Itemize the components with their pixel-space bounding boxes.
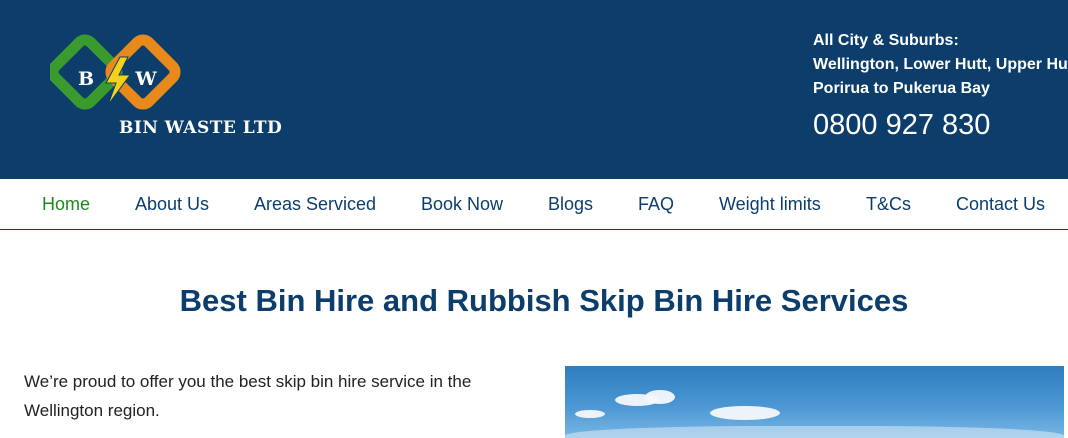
logo-monogram-b: B [78, 68, 94, 90]
service-area-line-2: Wellington, Lower Hutt, Upper Hutt, [813, 56, 1068, 73]
nav-item-book-now[interactable]: Book Now [421, 194, 503, 215]
logo-monogram-w: W [134, 68, 157, 90]
company-logo[interactable]: B W BIN WASTE LTD [50, 33, 310, 143]
cloud-shape [645, 390, 675, 404]
nav-item-blogs[interactable]: Blogs [548, 194, 593, 215]
hero-image-sky [565, 366, 1064, 438]
page-title: Best Bin Hire and Rubbish Skip Bin Hire … [179, 283, 909, 318]
cloud-shape [575, 410, 605, 418]
phone-number-link[interactable]: 0800 927 830 [813, 106, 1068, 144]
service-area-line-3: Porirua to Pukerua Bay [813, 80, 990, 97]
site-header: B W BIN WASTE LTD All City & Suburbs: We… [0, 0, 1068, 179]
contact-info: All City & Suburbs: Wellington, Lower Hu… [813, 29, 1068, 144]
nav-item-faq[interactable]: FAQ [638, 194, 674, 215]
nav-item-tcs[interactable]: T&Cs [866, 194, 911, 215]
logo-company-name: BIN WASTE LTD [119, 118, 283, 138]
main-navigation: Home About Us Areas Serviced Book Now Bl… [0, 179, 1068, 230]
nav-item-home[interactable]: Home [42, 194, 90, 215]
nav-item-weight-limits[interactable]: Weight limits [719, 194, 821, 215]
nav-item-about-us[interactable]: About Us [135, 194, 209, 215]
nav-item-areas-serviced[interactable]: Areas Serviced [254, 194, 376, 215]
intro-paragraph: We’re proud to offer you the best skip b… [24, 372, 472, 420]
logo-icon: B W [50, 34, 181, 110]
service-area-line-1: All City & Suburbs: [813, 32, 959, 49]
cloud-shape [710, 406, 780, 420]
cloud-shape [565, 426, 1064, 438]
nav-item-contact-us[interactable]: Contact Us [956, 194, 1045, 215]
